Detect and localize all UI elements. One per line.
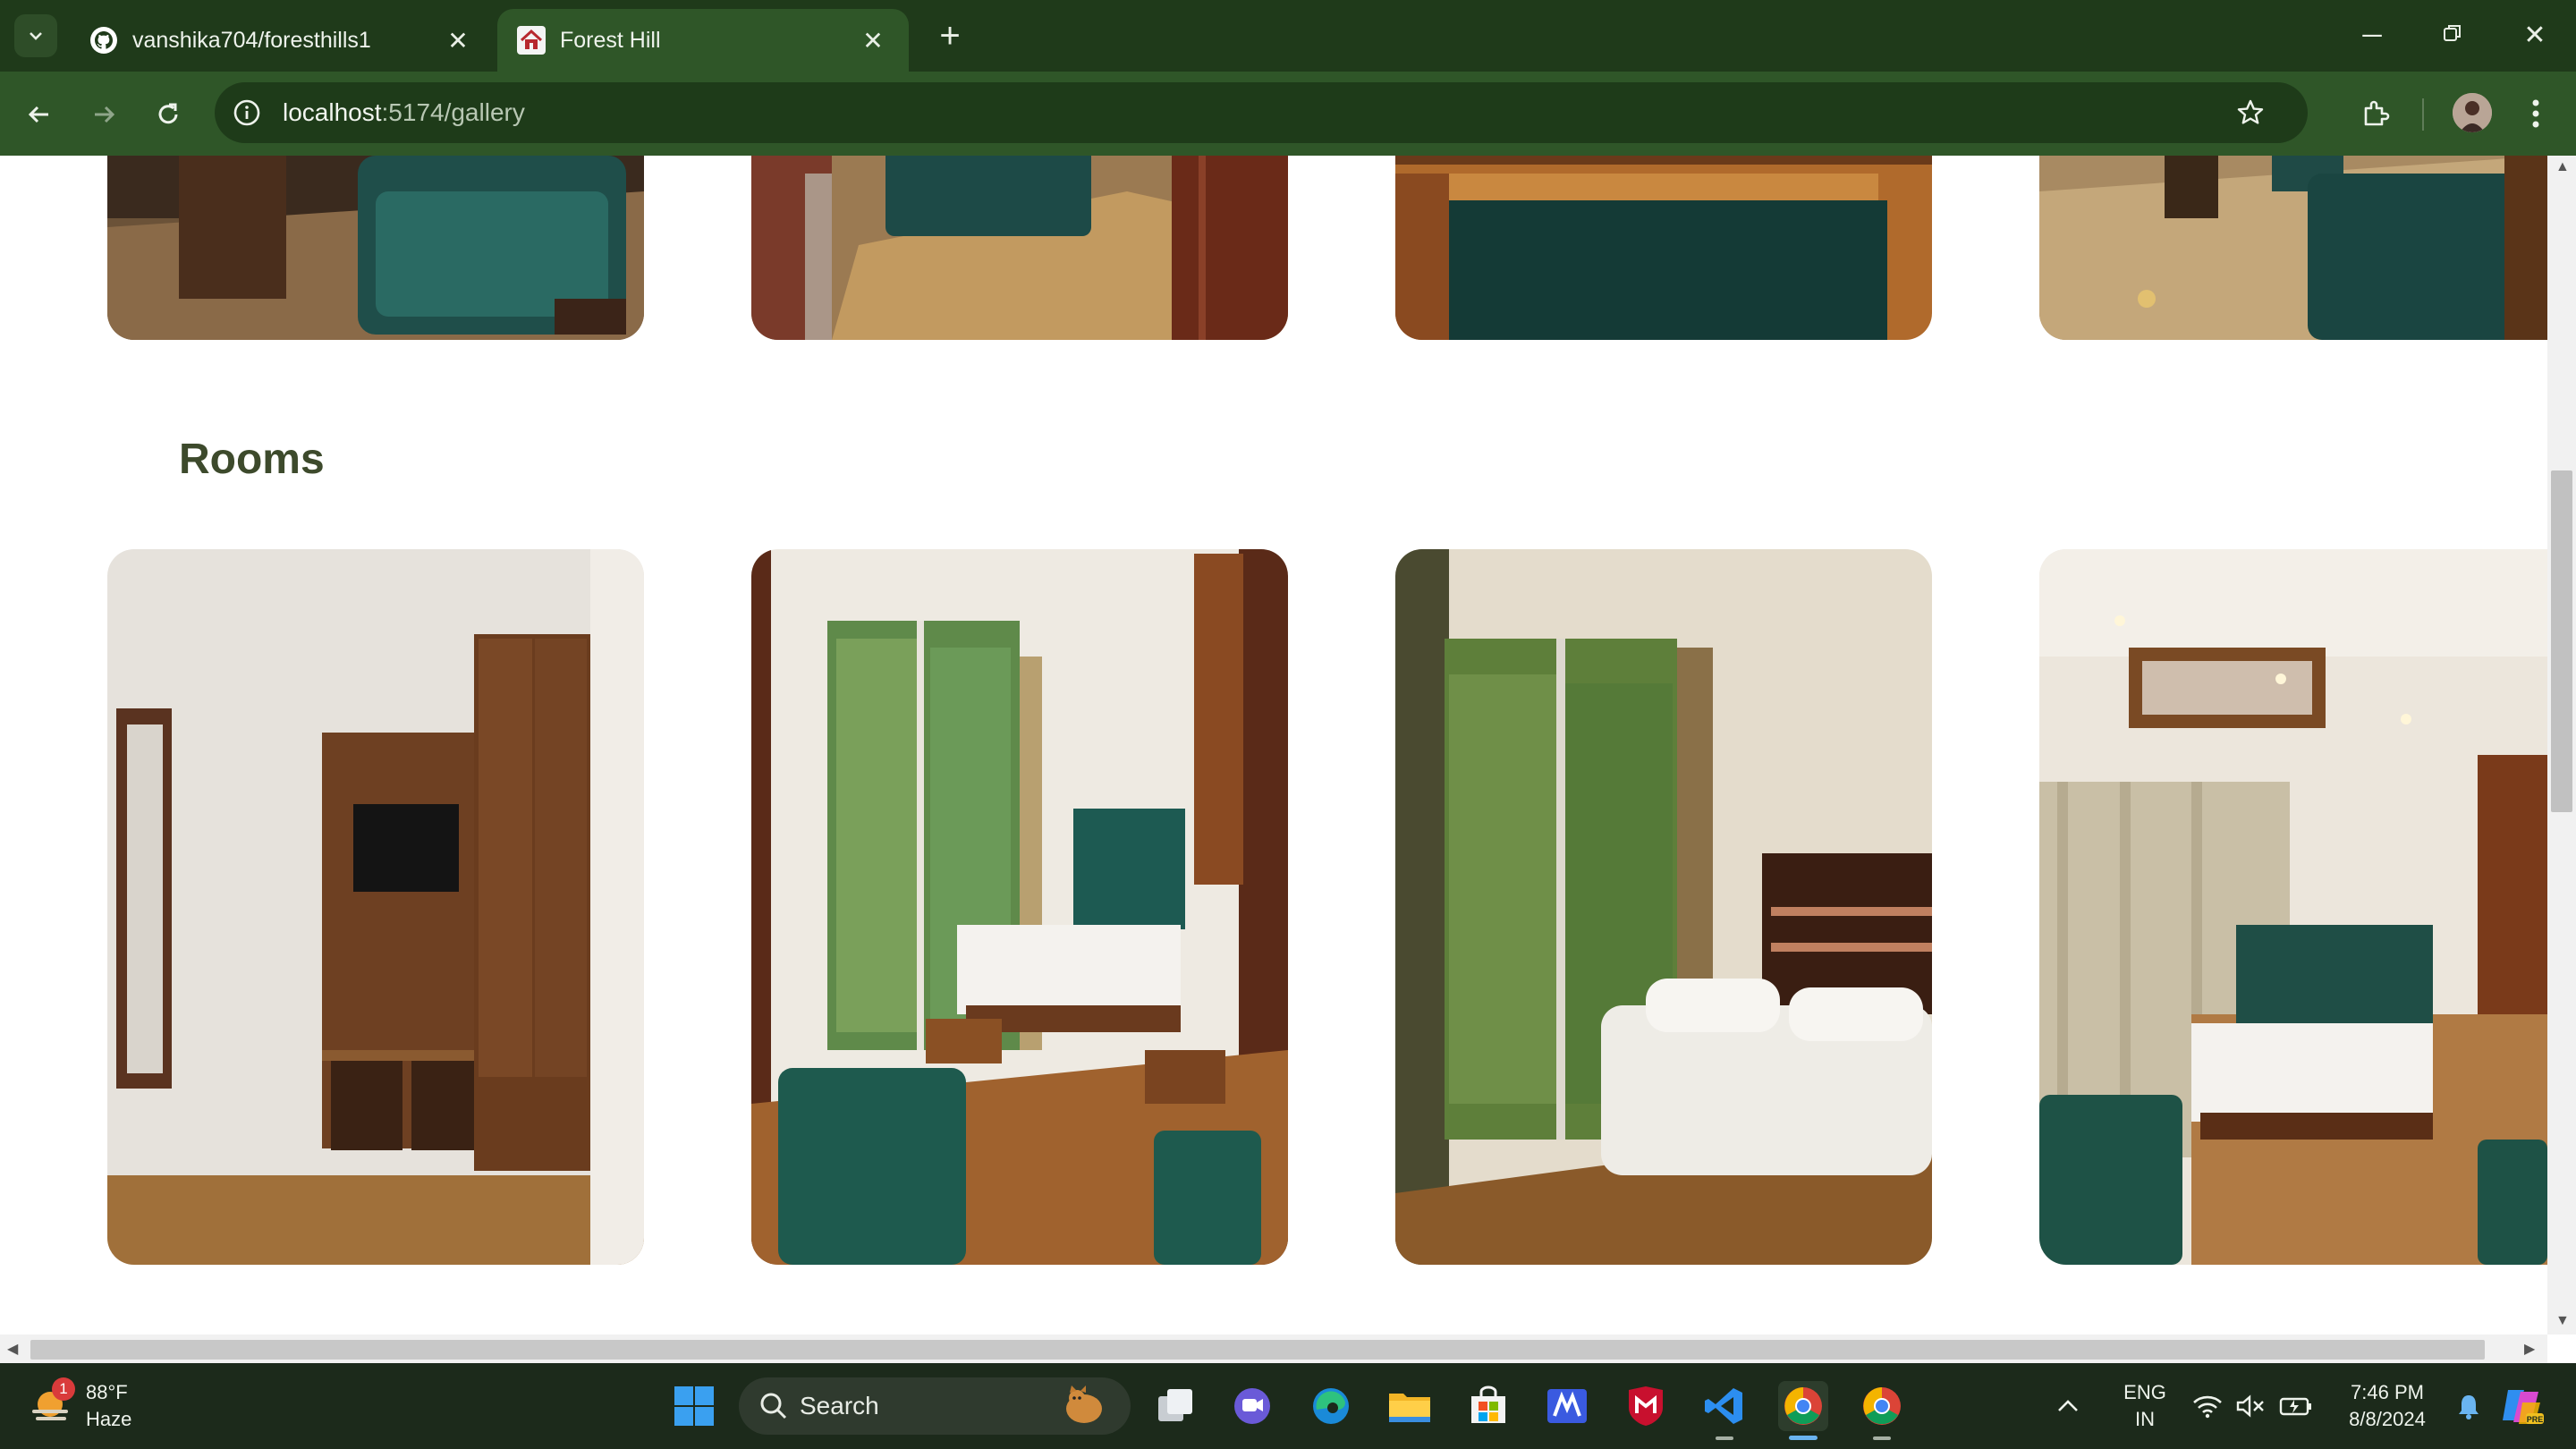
toolbar-divider (2422, 98, 2424, 131)
weather-temperature: 88°F (86, 1381, 128, 1403)
gallery-photo[interactable] (2039, 156, 2547, 340)
clock-date: 8/8/2024 (2349, 1408, 2426, 1430)
scroll-up-icon[interactable]: ▲ (2555, 159, 2570, 175)
weather-haze-icon: 1 (27, 1377, 75, 1429)
address-bar[interactable]: localhost:5174/gallery (215, 82, 2308, 143)
scrollbar-thumb[interactable] (2551, 470, 2572, 812)
region-code: IN (2135, 1408, 2155, 1430)
close-window-button[interactable]: ✕ (2508, 18, 2562, 54)
teams-chat-icon[interactable] (1227, 1381, 1277, 1431)
arrow-left-icon (28, 106, 48, 123)
house-icon (517, 26, 546, 55)
scroll-right-icon[interactable]: ▶ (2524, 1340, 2535, 1358)
chevron-down-icon (30, 32, 42, 40)
gallery-photo[interactable] (1395, 156, 1932, 340)
chrome-icon[interactable] (1857, 1381, 1907, 1440)
app-m-icon[interactable] (1542, 1381, 1592, 1431)
section-title-rooms: Rooms (179, 436, 325, 483)
running-indicator (1716, 1436, 1733, 1440)
svg-text:PRE: PRE (2527, 1415, 2544, 1424)
arrow-right-icon (95, 106, 115, 123)
notification-badge: 1 (52, 1377, 75, 1401)
profile-avatar[interactable] (2453, 93, 2492, 132)
vertical-scrollbar[interactable]: ▲ ▼ (2547, 156, 2576, 1335)
new-tab-button[interactable]: + (930, 16, 970, 55)
extensions-icon[interactable] (2352, 91, 2397, 136)
reload-button[interactable] (147, 93, 190, 136)
close-tab-icon[interactable]: ✕ (857, 26, 889, 55)
url-host: localhost (283, 98, 382, 126)
chrome-icon-active[interactable] (1778, 1381, 1828, 1440)
minimize-button[interactable]: ─ (2345, 18, 2399, 54)
close-tab-icon[interactable]: ✕ (442, 26, 474, 55)
start-button[interactable] (669, 1381, 719, 1431)
horizontal-scrollbar[interactable]: ◀ ▶ (0, 1335, 2547, 1363)
mcafee-icon[interactable] (1621, 1381, 1671, 1431)
wifi-icon[interactable] (2188, 1381, 2227, 1431)
scrollbar-thumb[interactable] (30, 1340, 2485, 1360)
room-photo[interactable] (751, 549, 1288, 1265)
browser-menu-icon[interactable] (2513, 91, 2558, 136)
tab-title: Forest Hill (560, 27, 661, 53)
running-indicator (1873, 1436, 1891, 1440)
restore-button[interactable] (2426, 18, 2479, 54)
gallery-photo[interactable] (751, 156, 1288, 340)
restore-icon (2444, 25, 2461, 41)
taskbar-search[interactable]: Search (739, 1377, 1131, 1435)
edge-browser-icon[interactable] (1306, 1381, 1356, 1431)
tab-forest-hill[interactable]: Forest Hill ✕ (497, 9, 909, 72)
room-photo[interactable] (1395, 549, 1932, 1265)
battery-charging-icon[interactable] (2275, 1381, 2317, 1431)
browser-tab-strip: vanshika704/foresthills1 ✕ Forest Hill ✕… (0, 0, 2576, 72)
windows-taskbar: 1 88°F Haze Search ENG IN 7:46 PM 8/8/20… (0, 1363, 2576, 1449)
github-icon (89, 26, 118, 55)
microsoft-store-icon[interactable] (1463, 1381, 1513, 1431)
tab-github[interactable]: vanshika704/foresthills1 ✕ (70, 9, 494, 72)
language-code: ENG (2123, 1381, 2166, 1403)
show-hidden-icons-chevron-icon[interactable] (2050, 1381, 2086, 1431)
volume-muted-icon[interactable] (2231, 1381, 2270, 1431)
room-photo[interactable] (2039, 549, 2547, 1265)
tab-search-button[interactable] (14, 14, 57, 57)
site-info-icon[interactable] (231, 97, 263, 129)
scroll-left-icon[interactable]: ◀ (7, 1340, 18, 1358)
search-icon (760, 1393, 787, 1419)
clock-time: 7:46 PM (2351, 1381, 2424, 1403)
windows-logo-icon (674, 1386, 714, 1426)
weather-description: Haze (86, 1408, 132, 1430)
room-photo[interactable] (107, 549, 644, 1265)
active-indicator (1789, 1436, 1818, 1440)
search-highlight-icon (1059, 1382, 1109, 1431)
search-label: Search (800, 1392, 879, 1419)
copilot-icon[interactable]: PRE (2496, 1381, 2549, 1431)
forward-button[interactable] (82, 93, 125, 136)
bookmark-star-icon[interactable] (2233, 95, 2268, 131)
browser-toolbar: localhost:5174/gallery (0, 72, 2576, 156)
page-viewport: Rooms (0, 156, 2547, 1335)
notification-bell-icon[interactable] (2451, 1381, 2487, 1431)
scroll-down-icon[interactable]: ▼ (2555, 1313, 2570, 1329)
weather-widget[interactable]: 1 88°F Haze (27, 1377, 132, 1433)
gallery-photo[interactable] (107, 156, 644, 340)
url-path: :5174/gallery (381, 98, 525, 126)
file-explorer-icon[interactable] (1385, 1381, 1435, 1431)
vscode-icon[interactable] (1699, 1381, 1750, 1440)
language-indicator[interactable]: ENG IN (2109, 1379, 2181, 1433)
clock[interactable]: 7:46 PM 8/8/2024 (2331, 1379, 2444, 1433)
task-view-icon[interactable] (1150, 1381, 1200, 1431)
reload-icon (158, 103, 178, 124)
tab-title: vanshika704/foresthills1 (132, 27, 371, 53)
back-button[interactable] (18, 93, 61, 136)
